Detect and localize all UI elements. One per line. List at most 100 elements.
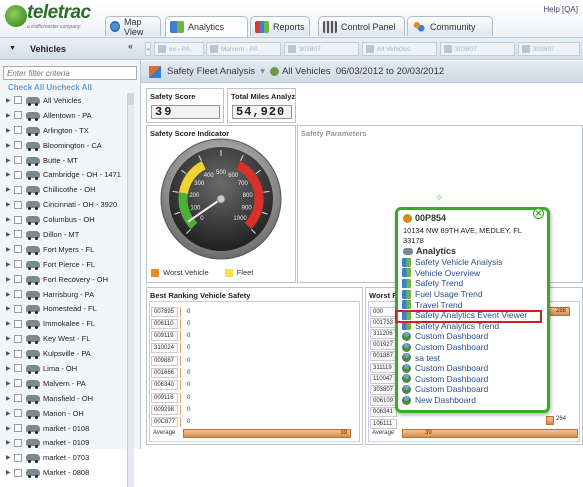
vehicle-id[interactable]: 000	[370, 306, 397, 317]
expand-icon[interactable]: ▶	[6, 350, 14, 357]
popup-menu-item[interactable]: Custom Dashboard	[402, 331, 488, 342]
vehicle-checkbox[interactable]	[14, 275, 22, 284]
vehicle-id[interactable]: 009887	[151, 355, 178, 366]
vehicle-checkbox[interactable]	[14, 319, 22, 328]
vehicle-checkbox[interactable]	[14, 230, 22, 239]
dropdown-icon[interactable]: ▾	[260, 66, 265, 77]
expand-icon[interactable]: ▶	[6, 305, 14, 312]
vehicle-checkbox[interactable]	[14, 96, 22, 105]
sidebar-vehicle-item[interactable]: ▶ Bloomington - CA	[0, 138, 127, 153]
expand-icon[interactable]: ▶	[6, 320, 14, 327]
tab-analytics[interactable]: Analytics	[165, 16, 248, 37]
vehicle-checkbox[interactable]	[14, 156, 22, 164]
expand-icon[interactable]: ▶	[6, 439, 14, 446]
expand-icon[interactable]: ▶	[6, 231, 14, 238]
scrollbar-thumb[interactable]	[128, 93, 134, 105]
sidebar-vehicle-item[interactable]: ▶ Cambridge - OH - 1471	[0, 167, 127, 182]
filter-chip[interactable]: 303807	[284, 42, 359, 56]
expand-icon[interactable]: ▶	[6, 335, 14, 342]
check-all-link[interactable]: Check All	[8, 83, 44, 92]
sidebar-vehicle-item[interactable]: ▶ Market - 0808	[0, 465, 127, 480]
vehicle-checkbox[interactable]	[14, 409, 22, 418]
expand-icon[interactable]: ▶	[6, 216, 14, 223]
tab-map-view[interactable]: Map View	[105, 16, 161, 37]
filter-chip[interactable]: All Vehicles	[362, 42, 437, 56]
vehicle-checkbox[interactable]	[14, 245, 22, 254]
popup-menu-item[interactable]: Travel Trend	[402, 299, 462, 310]
sidebar-vehicle-item[interactable]: ▶ Chillicothe - OH	[0, 182, 127, 197]
close-icon[interactable]: ✕	[533, 208, 544, 219]
sidebar-vehicle-item[interactable]: ▶ Allentown - PA	[0, 108, 127, 123]
filter-chip[interactable]: ev - PA	[154, 42, 204, 56]
vehicle-checkbox[interactable]	[14, 364, 22, 373]
tab-community[interactable]: Community	[407, 16, 493, 36]
popup-menu-item[interactable]: Vehicle Overview	[402, 268, 480, 279]
vehicle-id[interactable]: 001666	[151, 368, 178, 378]
vehicle-checkbox[interactable]	[14, 334, 22, 343]
sidebar-vehicle-item[interactable]: ▶ Arlington - TX	[0, 123, 127, 138]
vehicle-id[interactable]: 311206	[370, 328, 397, 339]
vehicle-id[interactable]: 007895	[151, 306, 178, 317]
sidebar-vehicle-item[interactable]: ▶ Marion - OH	[0, 406, 127, 421]
expand-icon[interactable]: ▶	[6, 127, 14, 134]
sidebar-vehicle-item[interactable]: ▶ Mansfield - OH	[0, 391, 127, 406]
sidebar-vehicle-item[interactable]: ▶ market - 0109	[0, 435, 127, 450]
vehicle-id[interactable]: 303807	[370, 384, 397, 395]
sidebar-vehicle-item[interactable]: ▶ Lima - OH	[0, 361, 127, 376]
expand-icon[interactable]: ▶	[6, 380, 14, 387]
sidebar-vehicle-item[interactable]: ▶ Fort Recovery - OH	[0, 272, 127, 287]
filter-chip[interactable]: Malvern - PA	[206, 42, 281, 56]
sidebar-vehicle-item[interactable]: ▶ market - 0703	[0, 450, 127, 465]
vehicle-id[interactable]: 311119	[370, 362, 397, 373]
vehicle-id[interactable]: 009116	[151, 392, 178, 403]
filter-chip[interactable]: 303807	[518, 42, 580, 56]
help-link[interactable]: Help [QA]	[543, 5, 578, 14]
vehicle-checkbox[interactable]	[14, 111, 22, 120]
expand-icon[interactable]: ▶	[6, 186, 14, 193]
vehicle-id[interactable]: 110047	[370, 373, 397, 384]
expand-icon[interactable]: ▶	[6, 291, 14, 298]
uncheck-all-link[interactable]: Uncheck All	[46, 83, 92, 92]
expand-icon[interactable]: ▶	[6, 142, 14, 149]
sidebar-vehicle-item[interactable]: ▶ Malvern - PA	[0, 376, 127, 391]
chevron-down-icon[interactable]: ▼	[9, 45, 16, 52]
sidebar-vehicle-item[interactable]: ▶ market - 0108	[0, 421, 127, 436]
vehicle-checkbox[interactable]	[14, 141, 22, 150]
sidebar-vehicle-item[interactable]: ▶ Kulpsville - PA	[0, 346, 127, 361]
expand-icon[interactable]: ▶	[6, 454, 14, 461]
sidebar-vehicle-item[interactable]: ▶ Fort Pierce - FL	[0, 257, 127, 272]
vehicle-checkbox[interactable]	[14, 304, 22, 313]
sidebar-vehicle-item[interactable]: ▶ Columbus - OH	[0, 212, 127, 227]
expand-icon[interactable]: ▶	[6, 97, 14, 104]
sidebar-vehicle-item[interactable]: ▶ Harrisburg - PA	[0, 287, 127, 302]
vehicle-checkbox[interactable]	[14, 379, 22, 388]
sidebar-vehicle-item[interactable]: ▶ Dillon - MT	[0, 227, 127, 242]
vehicle-checkbox[interactable]	[14, 349, 22, 358]
vehicle-checkbox[interactable]	[14, 424, 22, 433]
vehicle-checkbox[interactable]	[14, 170, 22, 179]
filter-chip[interactable]: 303807	[440, 42, 515, 56]
vehicle-id[interactable]: 00C877	[151, 417, 178, 428]
expand-icon[interactable]: ▶	[6, 261, 14, 268]
tab-reports[interactable]: Reports	[250, 16, 310, 36]
expand-icon[interactable]: ▶	[6, 171, 14, 178]
popup-menu-item[interactable]: Custom Dashboard	[402, 342, 488, 353]
vehicle-checkbox[interactable]	[14, 126, 22, 135]
expand-icon[interactable]: ▶	[6, 157, 14, 164]
vehicle-id[interactable]: 310024	[151, 343, 178, 354]
popup-menu-item[interactable]: Custom Dashboard	[402, 363, 488, 374]
vehicle-list-scrollbar[interactable]	[127, 93, 134, 487]
vehicle-id[interactable]: 006110	[151, 318, 178, 329]
vehicle-id[interactable]: 001887	[370, 351, 397, 362]
expand-icon[interactable]: ▶	[6, 365, 14, 372]
popup-menu-item[interactable]: Custom Dashboard	[402, 374, 488, 385]
vehicle-checkbox[interactable]	[14, 453, 22, 462]
vehicle-checkbox[interactable]	[14, 185, 22, 194]
vehicle-checkbox[interactable]	[14, 438, 22, 447]
expand-icon[interactable]: ▶	[6, 425, 14, 432]
vehicle-filter-input[interactable]	[3, 66, 137, 80]
vehicle-id[interactable]: 001927	[370, 340, 397, 351]
expand-icon[interactable]: ▶	[6, 469, 14, 476]
expand-icon[interactable]: ▶	[6, 201, 14, 208]
popup-menu-item[interactable]: Safety Trend	[402, 278, 463, 289]
